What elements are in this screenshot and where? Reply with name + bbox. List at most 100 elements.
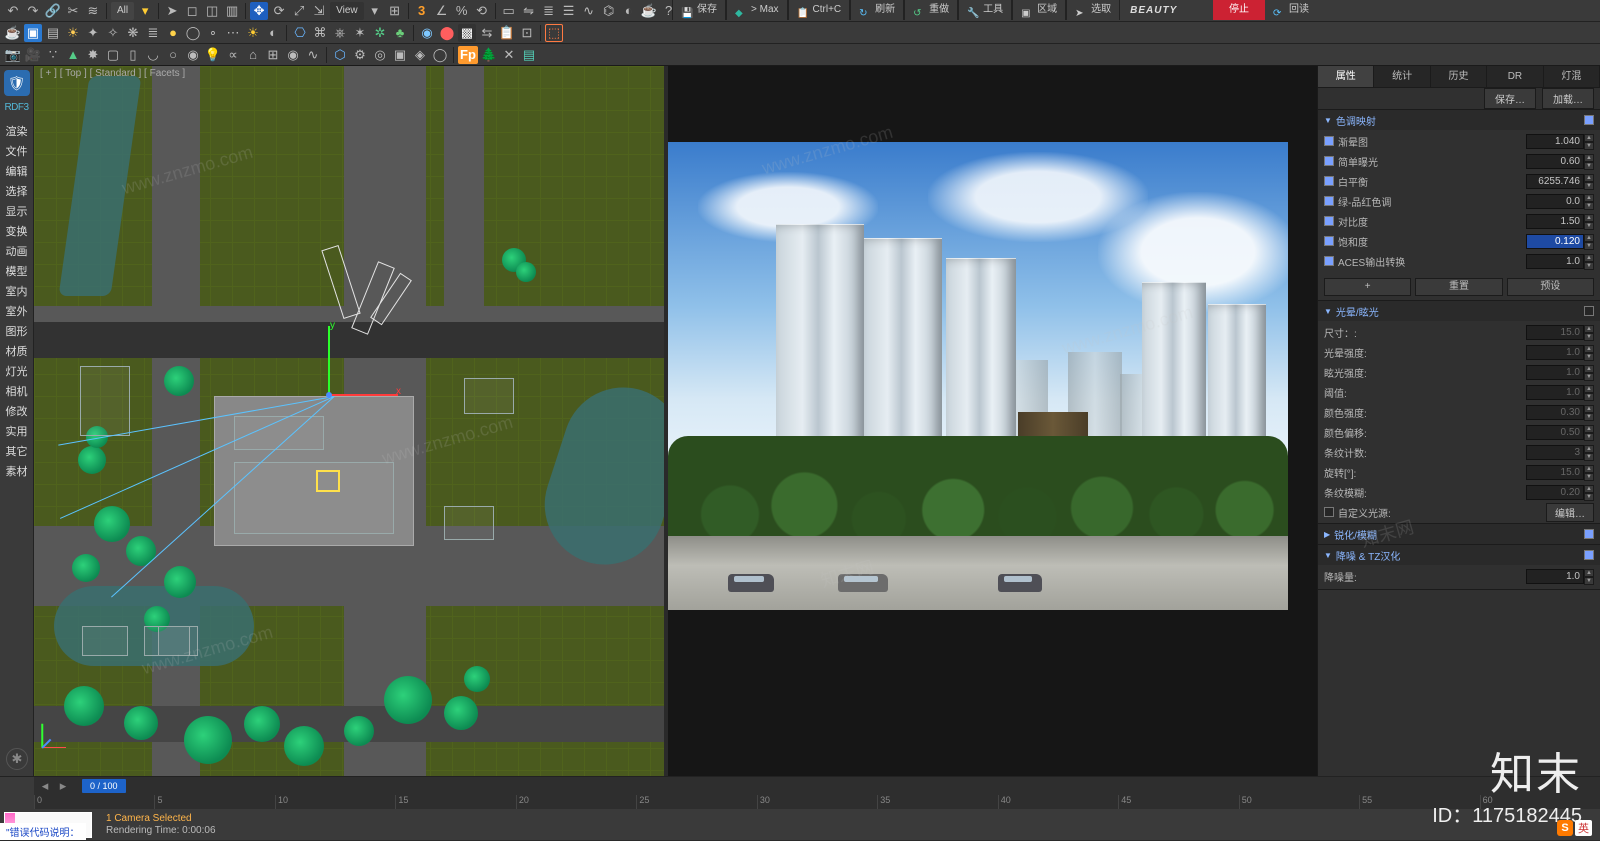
ime-lang[interactable]: 英	[1575, 820, 1592, 836]
sidebar-item-11[interactable]: 材质	[6, 343, 28, 359]
spinner[interactable]: ▲▼	[1584, 154, 1594, 169]
snap-3-icon[interactable]: 3	[413, 2, 431, 20]
ime-s-icon[interactable]: S	[1557, 820, 1573, 836]
viewport-top[interactable]: [ + ] [ Top ] [ Standard ] [ Facets ] TO…	[34, 66, 668, 776]
tone-chk-1[interactable]	[1324, 156, 1334, 166]
collapse-icon[interactable]: ▲	[64, 46, 82, 64]
spinner[interactable]: ▲▼	[1584, 194, 1594, 209]
angle-snap-icon[interactable]: ∠	[433, 2, 451, 20]
sidebar-item-1[interactable]: 文件	[6, 143, 28, 159]
sidebar-item-15[interactable]: 实用	[6, 423, 28, 439]
rtb-copy[interactable]: 📋Ctrl+C	[788, 0, 851, 20]
section-sharpen-header[interactable]: ▶ 锐化/模糊	[1318, 524, 1600, 544]
layers-icon[interactable]: ≣	[144, 24, 162, 42]
page-icon[interactable]: ▯	[124, 46, 142, 64]
checker-icon[interactable]: ▩	[458, 24, 476, 42]
tone-chk-2[interactable]	[1324, 176, 1334, 186]
rtb-stop[interactable]: 停止	[1213, 0, 1265, 20]
cam1-icon[interactable]: 📷	[4, 46, 22, 64]
rtb-region[interactable]: ▣区域	[1012, 0, 1066, 20]
box-icon[interactable]: ▢	[104, 46, 122, 64]
tone-value-1[interactable]: 0.60	[1526, 154, 1584, 169]
donut-icon[interactable]: ◯	[184, 24, 202, 42]
error-code-label[interactable]: "错误代码说明：	[0, 823, 86, 840]
tone-value-6[interactable]: 1.0	[1526, 254, 1584, 269]
section-tone-header[interactable]: ▼ 色调映射	[1318, 110, 1600, 130]
timeline-next-icon[interactable]: ▸	[54, 777, 72, 795]
sidebar-item-7[interactable]: 模型	[6, 263, 28, 279]
redo-icon[interactable]: ↷	[24, 2, 42, 20]
box2-icon[interactable]: ▣	[391, 46, 409, 64]
spinner[interactable]: ▲▼	[1584, 445, 1594, 460]
script1-icon[interactable]: ⎔	[291, 24, 309, 42]
rgb-icon[interactable]: ⬤	[438, 24, 456, 42]
script4-icon[interactable]: ✶	[351, 24, 369, 42]
layer-icon[interactable]: ☰	[560, 2, 578, 20]
circle-icon[interactable]: ○	[164, 46, 182, 64]
grass-icon[interactable]: ♣	[391, 24, 409, 42]
wave-icon[interactable]: ∿	[304, 46, 322, 64]
viewport-config-icon[interactable]: ✱	[6, 748, 28, 770]
tone-chk-6[interactable]	[1324, 256, 1334, 266]
spinner[interactable]: ▲▼	[1584, 425, 1594, 440]
panel-load-button[interactable]: 加载…	[1542, 88, 1594, 109]
channel-dropdown[interactable]: BEAUTY	[1130, 5, 1177, 16]
named-sel-icon[interactable]: ▭	[500, 2, 518, 20]
tone-chk-4[interactable]	[1324, 216, 1334, 226]
bloom-value-1[interactable]: 1.0	[1526, 345, 1584, 360]
bloom-value-0[interactable]: 15.0	[1526, 325, 1584, 340]
gear2-icon[interactable]: ⚙	[351, 46, 369, 64]
rotate-icon[interactable]: ⟳	[270, 2, 288, 20]
lasso-icon[interactable]: ◫	[203, 2, 221, 20]
teapot-icon[interactable]: ☕	[4, 24, 22, 42]
sidebar-item-14[interactable]: 修改	[6, 403, 28, 419]
denoise-amount-value[interactable]: 1.0	[1526, 569, 1584, 584]
globe-icon[interactable]: ◉	[418, 24, 436, 42]
schematic-icon[interactable]: ⌬	[600, 2, 618, 20]
spinner[interactable]: ▲▼	[1584, 405, 1594, 420]
script3-icon[interactable]: ⎈	[331, 24, 349, 42]
spinner[interactable]: ▲▼	[1584, 569, 1594, 584]
bloom-value-4[interactable]: 0.30	[1526, 405, 1584, 420]
sidebar-item-17[interactable]: 素材	[6, 463, 28, 479]
selection-box[interactable]	[316, 470, 340, 492]
moon-icon[interactable]: ◐	[264, 24, 282, 42]
render-frame-icon[interactable]: ▣	[24, 24, 42, 42]
section-bloom-toggle[interactable]	[1584, 306, 1594, 316]
spinner[interactable]: ▲▼	[1584, 174, 1594, 189]
tone-preset-button[interactable]: 预设	[1507, 278, 1594, 296]
bulb-icon[interactable]: 💡	[204, 46, 222, 64]
panel-tab-0[interactable]: 属性	[1318, 66, 1374, 87]
align-icon[interactable]: ≣	[540, 2, 558, 20]
tone-value-2[interactable]: 6255.746	[1526, 174, 1584, 189]
render-setup-icon[interactable]: ☕	[640, 2, 658, 20]
fish-icon[interactable]: ∝	[224, 46, 242, 64]
arc-icon[interactable]: ◡	[144, 46, 162, 64]
spinner-snap-icon[interactable]: ⟲	[473, 2, 491, 20]
viewport-render[interactable]: [+	[668, 66, 1317, 776]
sidebar-item-9[interactable]: 室外	[6, 303, 28, 319]
bloom-value-7[interactable]: 15.0	[1526, 465, 1584, 480]
curve-editor-icon[interactable]: ∿	[580, 2, 598, 20]
cube-wire-icon[interactable]: ⬚	[545, 24, 563, 42]
cam2-icon[interactable]: 🎥	[24, 46, 42, 64]
time-ruler[interactable]: 051015202530354045505560	[34, 795, 1600, 809]
scale-icon[interactable]: ⤢	[290, 2, 308, 20]
spinner[interactable]: ▲▼	[1584, 325, 1594, 340]
window-crossing-icon[interactable]: ▥	[223, 2, 241, 20]
panel-tab-3[interactable]: DR	[1487, 66, 1543, 87]
list-icon[interactable]: ▤	[520, 46, 538, 64]
material-editor-icon[interactable]: ◐	[620, 2, 638, 20]
placement-icon[interactable]: ⇲	[310, 2, 328, 20]
tone-value-3[interactable]: 0.0	[1526, 194, 1584, 209]
sidebar-item-2[interactable]: 编辑	[6, 163, 28, 179]
ref-coord-icon[interactable]: ⊞	[386, 2, 404, 20]
tree-icon[interactable]: ✲	[371, 24, 389, 42]
panel-tab-1[interactable]: 统计	[1374, 66, 1430, 87]
sidebar-item-4[interactable]: 显示	[6, 203, 28, 219]
coord-dropdown[interactable]: View	[330, 2, 364, 20]
section-sharpen-toggle[interactable]	[1584, 529, 1594, 539]
section-tone-toggle[interactable]	[1584, 115, 1594, 125]
clipboard-icon[interactable]: 📋	[498, 24, 516, 42]
tone-reset-button[interactable]: 重置	[1415, 278, 1502, 296]
